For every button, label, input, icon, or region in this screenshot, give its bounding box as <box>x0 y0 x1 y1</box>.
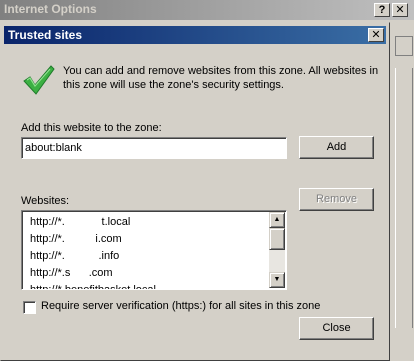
parent-window-edge <box>392 28 414 361</box>
parent-title-bar[interactable]: Internet Options ? ✕ <box>0 0 414 20</box>
parent-tab-fragment <box>395 36 413 56</box>
checkmark-icon <box>23 65 55 95</box>
parent-window-title: Internet Options <box>4 2 97 16</box>
list-item[interactable]: http://*. t.local <box>30 214 156 231</box>
parent-panel-fragment <box>395 68 413 328</box>
scroll-up-icon[interactable]: ▲ <box>269 212 285 228</box>
remove-button[interactable]: Remove <box>299 188 374 211</box>
list-item[interactable]: http://*. i.com <box>30 231 156 248</box>
require-https-label[interactable]: Require server verification (https:) for… <box>41 300 320 312</box>
add-website-label: Add this website to the zone: <box>21 122 162 134</box>
zone-description: You can add and remove websites from thi… <box>63 65 379 91</box>
websites-label: Websites: <box>21 195 70 207</box>
list-item[interactable]: http://*.s .com <box>30 265 156 282</box>
help-button[interactable]: ? <box>374 3 390 17</box>
websites-scrollbar[interactable]: ▲ ▼ <box>269 212 285 288</box>
trusted-sites-dialog: Trusted sites ✕ You can add and remove w… <box>0 22 390 361</box>
dialog-close-button[interactable]: ✕ <box>368 28 384 42</box>
websites-list[interactable]: http://*. t.local http://*. i.com http:/… <box>21 210 287 290</box>
parent-close-button[interactable]: ✕ <box>392 3 408 17</box>
add-button[interactable]: Add <box>299 136 374 159</box>
scroll-down-icon[interactable]: ▼ <box>269 272 285 288</box>
dialog-title: Trusted sites <box>8 28 83 42</box>
website-input[interactable] <box>21 137 287 159</box>
require-https-checkbox[interactable] <box>23 301 36 314</box>
dialog-title-bar[interactable]: Trusted sites ✕ <box>4 26 386 44</box>
list-item[interactable]: http://*. .info <box>30 248 156 265</box>
list-item[interactable]: http://*.benefitbasket.local <box>30 282 156 289</box>
close-button[interactable]: Close <box>299 317 374 340</box>
scroll-thumb[interactable] <box>269 228 285 250</box>
